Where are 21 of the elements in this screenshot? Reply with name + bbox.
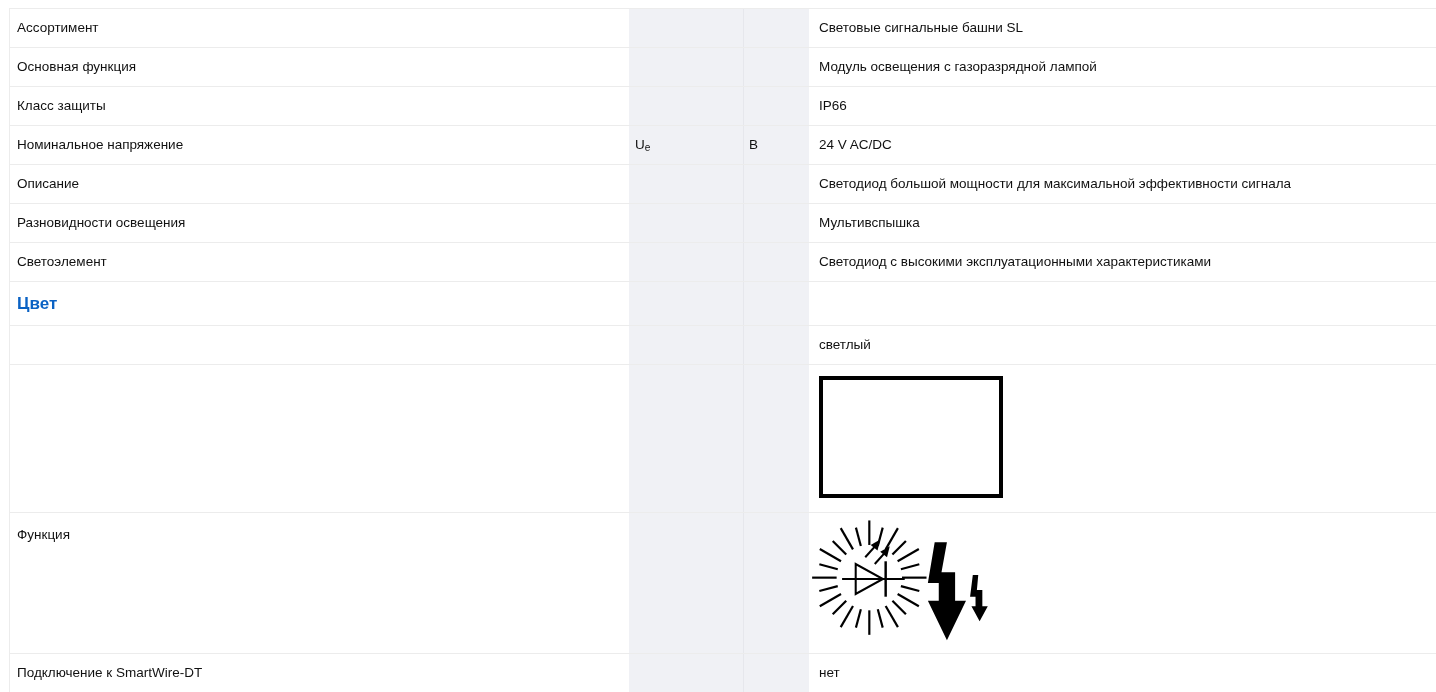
property-value: Мультивспышка bbox=[819, 213, 920, 232]
property-label: Ассортимент bbox=[17, 18, 99, 37]
property-value: Светодиод большой мощности для максимальной эффективности сигнала bbox=[819, 174, 1292, 193]
property-value: 24 V AC/DC bbox=[819, 135, 892, 154]
property-label: Номинальное напряжение bbox=[17, 135, 184, 154]
property-label: Описание bbox=[17, 174, 80, 193]
property-value: Светодиод с высокими эксплуатационными характеристиками bbox=[819, 252, 1212, 271]
property-value: IP66 bbox=[819, 96, 847, 115]
section-heading: Цвет bbox=[17, 292, 58, 315]
property-label: Функция bbox=[17, 526, 70, 544]
property-label: Разновидности освещения bbox=[17, 213, 186, 232]
property-symbol: U$_{e}$ bbox=[635, 135, 651, 156]
property-label: Класс защиты bbox=[17, 96, 106, 115]
property-value: Световые сигнальные башни SL bbox=[819, 18, 1024, 37]
property-value: Модуль освещения с газоразрядной лампой bbox=[819, 57, 1097, 76]
property-label: Подключение к SmartWire-DT bbox=[17, 663, 203, 682]
property-value: светлый bbox=[819, 335, 871, 354]
property-value: нет bbox=[819, 663, 840, 682]
property-label: Светоэлемент bbox=[17, 252, 107, 271]
unit-label: В bbox=[749, 135, 758, 154]
property-label: Основная функция bbox=[17, 57, 137, 76]
